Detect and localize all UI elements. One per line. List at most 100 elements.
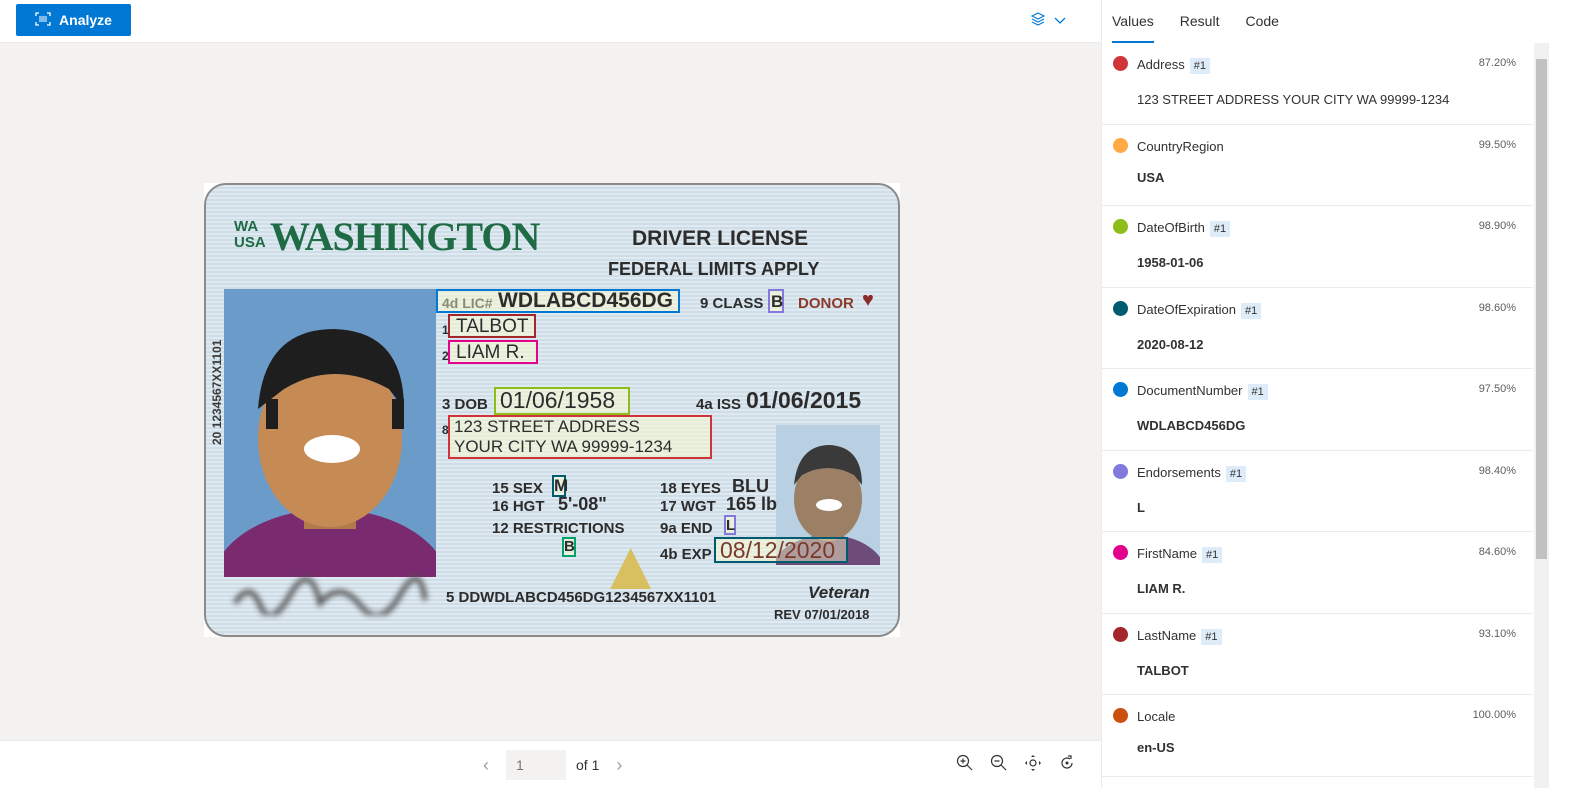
field-value: WDLABCD456DG	[1137, 418, 1246, 433]
viewer-toolbar: Analyze	[0, 0, 1101, 43]
field-name: Locale	[1137, 709, 1176, 724]
field-name-wrap: FirstName #1	[1137, 546, 1223, 563]
wgt-value: 165 lb	[726, 494, 778, 514]
color-dot	[1113, 382, 1128, 397]
sex-value: M	[554, 476, 569, 495]
chevron-right-icon[interactable]: ›	[609, 755, 629, 776]
pager: ‹ of 1 ›	[476, 749, 629, 781]
color-dot	[1113, 56, 1128, 71]
layers-dropdown[interactable]	[1030, 10, 1074, 32]
field-value: 123 STREET ADDRESS YOUR CITY WA 99999-12…	[1137, 92, 1450, 107]
layers-icon	[1030, 11, 1046, 32]
color-dot	[1113, 219, 1128, 234]
field-confidence: 98.40%	[1478, 464, 1516, 477]
field-row-dateofbirth[interactable]: DateOfBirth #1 98.90% 1958-01-06	[1102, 206, 1533, 288]
heart-icon: ♥	[862, 289, 874, 311]
field-badge: #1	[1241, 302, 1262, 319]
field-confidence: 84.60%	[1478, 546, 1516, 558]
tab-result[interactable]: Result	[1180, 0, 1220, 43]
field-value: 1958-01-06	[1137, 255, 1204, 270]
field-row-endorsements[interactable]: Endorsements #1 98.40% L	[1102, 451, 1533, 532]
results-scrollbar[interactable]	[1534, 43, 1549, 788]
side-number: 20 1234567XX1101	[210, 339, 224, 445]
color-dot	[1113, 300, 1128, 316]
donor-label: DONOR	[798, 295, 854, 312]
field-name: LastName	[1137, 627, 1197, 643]
state-name: WASHINGTON	[270, 214, 540, 259]
exp-value: 08/12/2020	[720, 537, 836, 563]
field-value: 2020-08-12	[1137, 336, 1204, 352]
addr-line2: YOUR CITY WA 99999-1234	[454, 437, 673, 456]
analyze-button[interactable]: Analyze	[16, 4, 131, 36]
field-name: Endorsements	[1137, 464, 1221, 480]
veteran-label: Veteran	[808, 583, 870, 602]
dob-label: 3 DOB	[442, 396, 488, 413]
color-dot	[1113, 708, 1128, 723]
iss-label: 4a ISS	[696, 396, 742, 413]
eyes-label: 18 EYES	[660, 480, 721, 497]
field-row-dateofexpiration[interactable]: DateOfExpiration #1 98.60% 2020-08-12	[1102, 288, 1533, 369]
color-dot	[1113, 545, 1128, 560]
field-badge: #1	[1209, 221, 1231, 237]
federal-limits: FEDERAL LIMITS APPLY	[608, 259, 820, 279]
document-page: WA USA WASHINGTON DRIVER LICENSE FEDERAL…	[204, 183, 900, 637]
field-name: Address	[1137, 57, 1185, 72]
color-dot	[1113, 463, 1128, 479]
dob-value: 01/06/1958	[500, 387, 616, 413]
field-name-wrap: DateOfBirth #1	[1137, 220, 1231, 237]
zoom-in-icon[interactable]	[955, 753, 975, 773]
tab-values[interactable]: Values	[1112, 0, 1154, 43]
field-confidence: 87.20%	[1478, 57, 1516, 69]
tab-code[interactable]: Code	[1245, 0, 1278, 43]
field-name-wrap: DocumentNumber #1	[1137, 383, 1268, 400]
page-count: of 1	[576, 757, 600, 773]
iss-value: 01/06/2015	[746, 387, 862, 413]
fit-page-icon[interactable]	[1023, 753, 1043, 773]
scan-icon	[35, 11, 51, 29]
field-confidence: 99.50%	[1478, 138, 1516, 151]
hgt-label: 16 HGT	[492, 498, 545, 515]
zoom-out-icon[interactable]	[989, 753, 1009, 773]
field-name: DateOfBirth	[1137, 220, 1205, 235]
field-name: DocumentNumber	[1137, 383, 1243, 398]
viewer-footer: ‹ of 1 ›	[0, 740, 1101, 788]
addr-line1: 123 STREET ADDRESS	[454, 417, 640, 436]
zoom-tools	[955, 753, 1077, 773]
field-row-firstname[interactable]: FirstName #1 84.60% LIAM R.	[1102, 532, 1533, 614]
license-photo	[224, 289, 436, 577]
field-value: en-US	[1137, 740, 1175, 755]
field-row-countryregion[interactable]: CountryRegion 99.50% USA	[1102, 125, 1533, 206]
class-value: B	[771, 292, 784, 311]
field-name-wrap: Endorsements #1	[1137, 464, 1247, 482]
results-tabs: Values Result Code	[1112, 0, 1279, 43]
rotate-icon[interactable]	[1057, 753, 1077, 773]
field-confidence: 97.50%	[1478, 383, 1516, 395]
license-card: WA USA WASHINGTON DRIVER LICENSE FEDERAL…	[204, 183, 900, 637]
page-number-input[interactable]	[506, 750, 566, 780]
state-abbrev: WA USA	[234, 218, 266, 251]
license-type: DRIVER LICENSE	[632, 227, 809, 250]
class-label: 9 CLASS	[700, 295, 764, 312]
restrictions-value: B	[564, 538, 575, 555]
dd-number: 5 DDWDLABCD456DG1234567XX1101	[446, 589, 717, 606]
field-name: CountryRegion	[1137, 138, 1224, 154]
rev-label: REV 07/01/2018	[774, 607, 870, 622]
chevron-left-icon[interactable]: ‹	[476, 755, 496, 776]
field-row-address[interactable]: Address #1 87.20% 123 STREET ADDRESS YOUR…	[1102, 43, 1533, 125]
field-name: FirstName	[1137, 546, 1197, 561]
field-badge: #1	[1247, 384, 1268, 400]
end-label: 9a END	[660, 520, 713, 537]
analyze-label: Analyze	[59, 12, 112, 28]
field-badge: #1	[1189, 58, 1210, 74]
field-name-wrap: CountryRegion	[1137, 139, 1224, 154]
field-name-wrap: DateOfExpiration #1	[1137, 302, 1262, 319]
field-confidence: 98.60%	[1478, 301, 1516, 314]
document-viewer: Analyze WA USA WASHINGTON DRIVER LICENSE…	[0, 0, 1101, 788]
field-row-locale[interactable]: Locale 100.00% en-US	[1102, 695, 1533, 777]
color-dot	[1113, 626, 1128, 642]
scrollbar-thumb[interactable]	[1536, 59, 1547, 559]
field-row-documentnumber[interactable]: DocumentNumber #1 97.50% WDLABCD456DG	[1102, 369, 1533, 451]
field-row-lastname[interactable]: LastName #1 93.10% TALBOT	[1102, 614, 1533, 695]
signature	[230, 575, 430, 618]
field-value: USA	[1137, 169, 1165, 185]
